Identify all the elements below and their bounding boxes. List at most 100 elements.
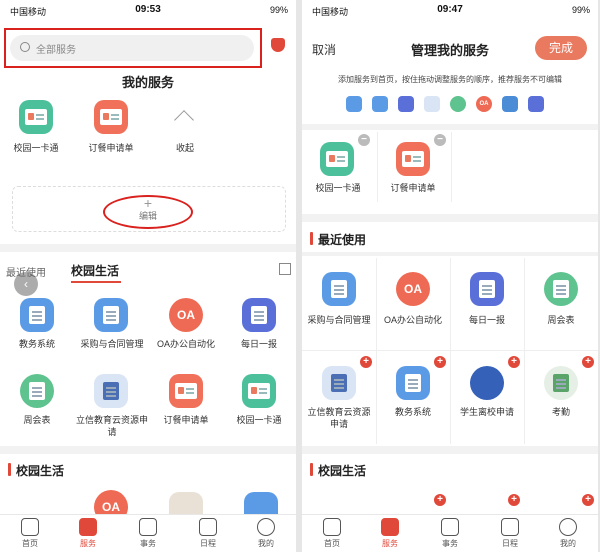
grid-label: OA办公自动化 — [383, 315, 442, 325]
attendance-icon[interactable] — [544, 366, 578, 400]
right-screen: 中国移动 09:47 99% 取消 管理我的服务 完成 添加服务到首页，按住拖动… — [302, 0, 598, 552]
campus-card-icon[interactable] — [19, 100, 53, 134]
add-icon[interactable]: + — [582, 356, 594, 368]
trophy-icon[interactable] — [271, 38, 285, 52]
campus-card-icon[interactable] — [320, 142, 354, 176]
affairs-icon — [441, 518, 459, 536]
cloud-resource-icon[interactable] — [94, 374, 128, 408]
nav-affairs[interactable]: 事务 — [128, 518, 168, 549]
academic-system-icon[interactable] — [396, 366, 430, 400]
add-icon[interactable]: + — [508, 356, 520, 368]
oa-icon[interactable]: OA — [169, 298, 203, 332]
user-icon — [559, 518, 577, 536]
nav-home[interactable]: 首页 — [312, 518, 352, 549]
meal-order-icon[interactable] — [396, 142, 430, 176]
service-icon — [79, 518, 97, 536]
meal-order-icon[interactable] — [169, 374, 203, 408]
add-icon[interactable]: + — [508, 494, 520, 506]
back-arrow-icon[interactable]: ‹ — [14, 272, 38, 296]
grid-label: 订餐申请单 — [163, 415, 209, 425]
divider — [0, 244, 296, 252]
grid-label: 每日一报 — [240, 339, 277, 349]
service-label: 校园一卡通 — [315, 183, 361, 193]
search-input[interactable]: 全部服务 — [10, 35, 254, 61]
recent-title: 最近使用 — [318, 233, 367, 247]
bottom-nav: 首页 服务 事务 日程 我的 — [0, 514, 296, 552]
add-icon[interactable]: + — [582, 494, 594, 506]
section-bar — [8, 463, 11, 476]
daily-report-icon[interactable] — [470, 272, 504, 306]
service-label: 订餐申请单 — [88, 143, 134, 153]
divider — [302, 124, 598, 130]
plus-icon[interactable]: + — [0, 195, 296, 211]
meal-order-icon[interactable] — [94, 100, 128, 134]
home-icon — [21, 518, 39, 536]
nav-affairs[interactable]: 事务 — [430, 518, 470, 549]
calendar-icon — [501, 518, 519, 536]
grid-toggle-icon[interactable] — [279, 263, 291, 275]
remove-icon[interactable]: − — [358, 134, 370, 146]
done-button[interactable]: 完成 — [535, 36, 587, 60]
nav-schedule[interactable]: 日程 — [490, 518, 530, 549]
remove-icon[interactable]: − — [434, 134, 446, 146]
daily-report-icon[interactable] — [242, 298, 276, 332]
grid-line — [524, 258, 525, 444]
status-bar: 中国移动 09:53 99% — [0, 0, 296, 20]
left-screen: 中国移动 09:53 99% 全部服务 我的服务 校园一卡通 订餐申请单 收起 … — [0, 0, 296, 552]
grid-label: 校园一卡通 — [236, 415, 282, 425]
affairs-icon — [139, 518, 157, 536]
nav-service[interactable]: 服务 — [68, 518, 108, 549]
divider — [302, 446, 598, 454]
grid-label: 每日一报 — [468, 315, 505, 325]
grid-label: 考勤 — [551, 407, 570, 417]
status-bar: 中国移动 09:47 99% — [302, 0, 598, 20]
academic-system-icon[interactable] — [20, 298, 54, 332]
section-title: 校园生活 — [16, 464, 65, 478]
weekly-meeting-icon[interactable] — [544, 272, 578, 306]
cloud-resource-icon[interactable] — [322, 366, 356, 400]
add-icon[interactable]: + — [434, 494, 446, 506]
bank-icon — [502, 96, 518, 112]
home-icon — [323, 518, 341, 536]
user-icon — [257, 518, 275, 536]
tab-campus-life[interactable]: 校园生活 — [71, 262, 119, 279]
grid-label: 立信教育云资源申请 — [76, 415, 149, 437]
oa-icon[interactable]: OA — [396, 272, 430, 306]
battery-text: 99% — [571, 5, 590, 15]
grid-label: 教务系统 — [18, 339, 55, 349]
clock-text: 09:53 — [135, 4, 161, 15]
calendar-icon — [199, 518, 217, 536]
hint-text: 添加服务到首页，按住拖动调整服务的顺序，推荐服务不可编辑 — [338, 75, 562, 84]
nav-mine[interactable]: 我的 — [246, 518, 286, 549]
clock-text: 09:47 — [437, 4, 463, 15]
battery-text: 99% — [269, 5, 288, 15]
weekly-meeting-icon[interactable] — [20, 374, 54, 408]
divider — [0, 446, 296, 454]
grid-label: 周会表 — [547, 315, 575, 325]
add-icon[interactable]: + — [434, 356, 446, 368]
add-icon[interactable]: + — [360, 356, 372, 368]
bottom-nav: 首页 服务 事务 日程 我的 — [302, 514, 598, 552]
grid-label: 立信教育云资源申请 — [307, 407, 371, 429]
grid-line — [450, 258, 451, 444]
tab-indicator — [71, 281, 121, 283]
campus-card-icon[interactable] — [242, 374, 276, 408]
collapse-label[interactable]: 收起 — [160, 142, 210, 154]
nav-mine[interactable]: 我的 — [548, 518, 588, 549]
chevron-up-icon[interactable] — [174, 110, 194, 130]
service-label: 校园一卡通 — [13, 143, 59, 153]
procurement-icon[interactable] — [94, 298, 128, 332]
search-icon — [20, 42, 30, 52]
grid-label: 采购与合同管理 — [307, 315, 371, 325]
cloud-resource-icon — [424, 96, 440, 112]
nav-home[interactable]: 首页 — [10, 518, 50, 549]
nav-service[interactable]: 服务 — [370, 518, 410, 549]
daily-report-icon — [398, 96, 414, 112]
student-leave-icon[interactable] — [470, 366, 504, 400]
procurement-icon[interactable] — [322, 272, 356, 306]
nav-schedule[interactable]: 日程 — [188, 518, 228, 549]
service-icon — [381, 518, 399, 536]
calendar-icon — [528, 96, 544, 112]
edit-label[interactable]: 编辑 — [0, 210, 296, 222]
grid-label: OA办公自动化 — [156, 339, 215, 349]
